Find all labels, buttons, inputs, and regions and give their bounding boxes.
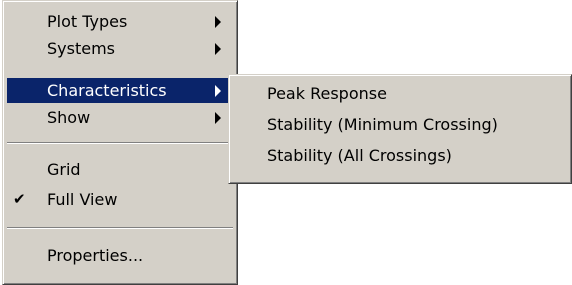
menu-separator [7,227,233,229]
characteristics-submenu: Peak Response Stability (Minimum Crossin… [228,74,572,184]
menu-item-label: Full View [47,190,118,209]
menu-item-full-view[interactable]: ✔ Full View [7,187,233,212]
menu-item-show[interactable]: Show [7,105,233,130]
menu-item-label: Grid [47,160,81,179]
submenu-item-stability-minimum-crossing[interactable]: Stability (Minimum Crossing) [233,112,567,137]
submenu-item-peak-response[interactable]: Peak Response [233,81,567,106]
submenu-item-label: Peak Response [267,84,387,103]
menu-item-systems[interactable]: Systems [7,36,233,61]
menu-separator [7,142,233,144]
context-menu: Plot Types Systems Characteristics Show … [2,0,238,285]
submenu-arrow-icon [215,112,221,124]
menu-item-grid[interactable]: Grid [7,157,233,182]
submenu-arrow-icon [215,16,221,28]
menu-item-label: Plot Types [47,12,128,31]
submenu-arrow-icon [215,85,221,97]
submenu-item-label: Stability (All Crossings) [267,146,452,165]
menu-item-label: Characteristics [47,81,167,100]
menu-item-label: Properties... [47,246,144,265]
checkmark-icon: ✔ [13,190,26,208]
menu-item-characteristics[interactable]: Characteristics [7,78,233,103]
submenu-item-label: Stability (Minimum Crossing) [267,115,498,134]
menu-item-properties[interactable]: Properties... [7,243,233,268]
menu-item-label: Show [47,108,91,127]
submenu-arrow-icon [215,43,221,55]
menu-item-plot-types[interactable]: Plot Types [7,9,233,34]
menu-item-label: Systems [47,39,115,58]
submenu-item-stability-all-crossings[interactable]: Stability (All Crossings) [233,143,567,168]
